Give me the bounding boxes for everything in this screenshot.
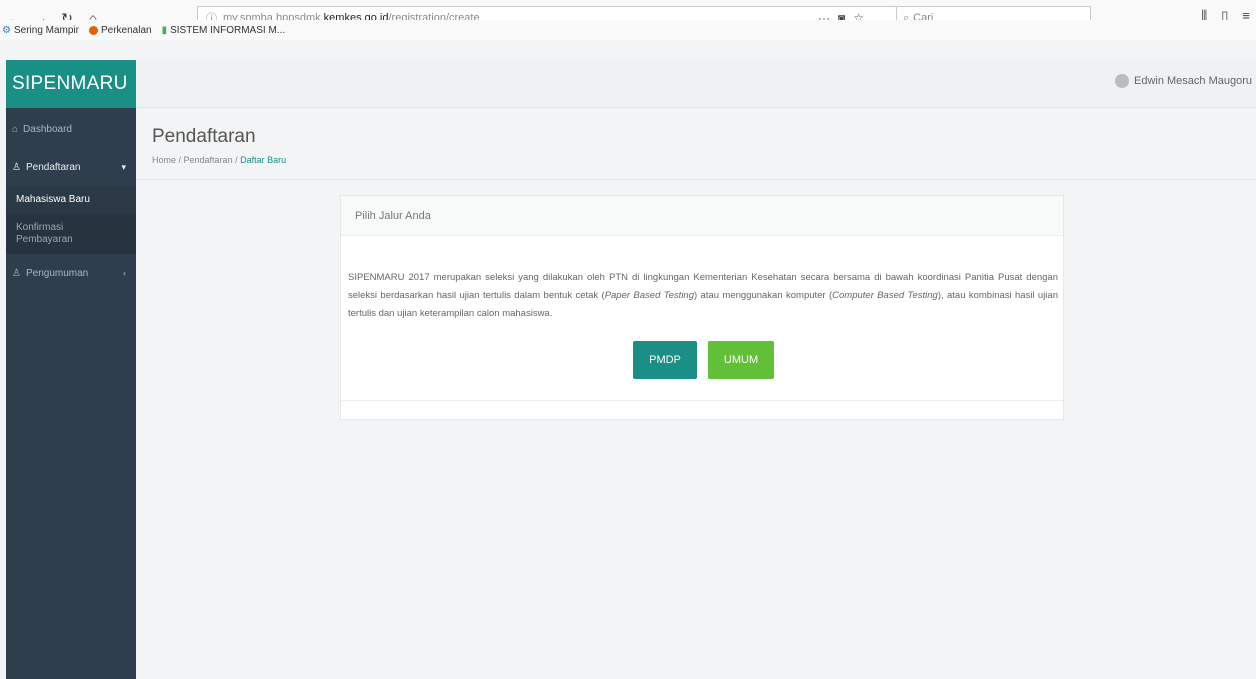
route-selection-card: Pilih Jalur Anda SIPENMARU 2017 merupaka… — [340, 195, 1064, 420]
bookmark-label: Sering Mampir — [13, 24, 79, 36]
pendaftaran-submenu: Mahasiswa Baru Konfirmasi Pembayaran — [6, 186, 136, 254]
bookmarks-bar: ⚙ Sering Mampir Perkenalan ▮ SISTEM INFO… — [0, 20, 1256, 40]
breadcrumb-current: Daftar Baru — [240, 155, 287, 165]
breadcrumb-home[interactable]: Home — [152, 155, 176, 165]
description-pbt: Paper Based Testing — [604, 290, 695, 301]
description-part: ) atau menggunakan komputer ( — [694, 290, 833, 301]
bookmark-sistem-informasi[interactable]: ▮ SISTEM INFORMASI M... — [162, 25, 286, 36]
description-cbt: Computer Based Testing — [832, 290, 938, 301]
card-description: SIPENMARU 2017 merupakan seleksi yang di… — [341, 236, 1065, 323]
card-title: Pilih Jalur Anda — [341, 196, 1063, 236]
top-navbar: Edwin Mesach Maugoru — [136, 60, 1256, 108]
bookmark-perkenalan[interactable]: Perkenalan — [89, 25, 152, 36]
breadcrumb-separator: / — [232, 155, 241, 165]
bookmark-sering-mampir[interactable]: ⚙ Sering Mampir — [2, 25, 79, 36]
user-name: Edwin Mesach Maugoru — [1133, 75, 1252, 87]
page-header: Pendaftaran Home / Pendaftaran / Daftar … — [136, 108, 1256, 180]
gear-icon: ⚙ — [2, 24, 11, 36]
sidebar-item-pengumuman[interactable]: ♙ Pengumuman ‹ — [6, 254, 136, 292]
route-buttons: PMDP UMUM — [633, 341, 774, 379]
home-icon: ⌂ — [12, 123, 19, 135]
avatar — [1114, 74, 1129, 88]
bookmark-label: Perkenalan — [101, 24, 152, 36]
submenu-konfirmasi-pembayaran[interactable]: Konfirmasi Pembayaran — [6, 214, 73, 254]
bookmark-label: SISTEM INFORMASI M... — [170, 24, 286, 36]
sidebar-item-dashboard[interactable]: ⌂ Dashboard — [6, 110, 136, 148]
umum-button[interactable]: UMUM — [708, 341, 774, 379]
sidebar-item-label: Pengumuman — [25, 267, 89, 279]
user-add-icon: ♙ — [12, 161, 21, 173]
sidebar-item-label: Pendaftaran — [25, 161, 81, 173]
app: SIPENMARU ⌂ Dashboard ♙ Pendaftaran ▾ Ma… — [6, 60, 1256, 679]
card-footer — [341, 400, 1063, 419]
breadcrumb: Home / Pendaftaran / Daftar Baru — [152, 155, 286, 165]
announcement-icon: ♙ — [12, 267, 21, 279]
brand-logo[interactable]: SIPENMARU — [6, 60, 136, 108]
breadcrumb-pendaftaran[interactable]: Pendaftaran — [184, 155, 233, 165]
submenu-mahasiswa-baru[interactable]: Mahasiswa Baru — [6, 186, 136, 214]
user-menu[interactable]: Edwin Mesach Maugoru — [1114, 74, 1252, 88]
chevron-left-icon: ‹ — [123, 268, 126, 278]
firefox-icon — [89, 25, 98, 35]
sidebar-item-pendaftaran[interactable]: ♙ Pendaftaran ▾ — [6, 148, 136, 186]
sidebar-item-label: Dashboard — [23, 123, 72, 135]
page-title: Pendaftaran — [152, 126, 256, 147]
bookmark-icon: ▮ — [161, 24, 168, 36]
pmdp-button[interactable]: PMDP — [633, 341, 697, 379]
breadcrumb-separator: / — [176, 155, 184, 165]
sidebar: SIPENMARU ⌂ Dashboard ♙ Pendaftaran ▾ Ma… — [6, 60, 136, 679]
chevron-down-icon: ▾ — [121, 161, 126, 172]
